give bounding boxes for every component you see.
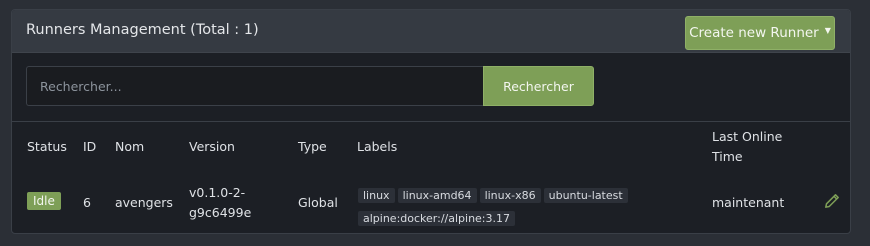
search-button[interactable]: Rechercher xyxy=(483,66,594,106)
create-runner-label: Create new Runner xyxy=(689,25,819,41)
column-header-labels[interactable]: Labels xyxy=(357,137,397,157)
column-header-id[interactable]: ID xyxy=(83,137,96,157)
column-header-last-online-line1: Last Online xyxy=(712,129,783,144)
runner-id: 6 xyxy=(83,195,91,210)
runner-version-line2: g9c6499e xyxy=(189,205,252,220)
runner-name: avengers xyxy=(115,195,173,210)
divider xyxy=(12,121,850,122)
search-bar: Rechercher xyxy=(26,66,594,106)
runner-type: Global xyxy=(298,195,338,210)
runner-version: v0.1.0-2- g9c6499e xyxy=(189,183,251,223)
caret-down-icon: ▼ xyxy=(824,25,831,35)
pencil-icon[interactable] xyxy=(824,193,840,209)
label-chip: linux-amd64 xyxy=(397,188,477,203)
panel-header: Runners Management (Total : 1) Create ne… xyxy=(12,10,850,53)
status-badge: Idle xyxy=(27,192,61,210)
column-header-version[interactable]: Version xyxy=(189,137,235,157)
column-header-status[interactable]: Status xyxy=(27,137,67,157)
runner-labels: linux linux-amd64 linux-x86 ubuntu-latest al… xyxy=(358,184,658,230)
label-chip: linux-x86 xyxy=(479,188,541,203)
page-title: Runners Management (Total : 1) xyxy=(26,22,259,38)
create-runner-button[interactable]: Create new Runner ▼ xyxy=(685,16,835,50)
column-header-last-online-line2: Time xyxy=(712,149,743,164)
runner-last-online: maintenant xyxy=(712,195,785,210)
column-header-last-online[interactable]: Last Online Time xyxy=(712,127,782,167)
label-chip: alpine:docker://alpine:3.17 xyxy=(358,211,516,226)
column-header-type[interactable]: Type xyxy=(298,137,327,157)
runners-panel: Runners Management (Total : 1) Create ne… xyxy=(11,9,851,234)
label-chip: ubuntu-latest xyxy=(543,188,628,203)
search-input[interactable] xyxy=(26,66,483,106)
label-chip: linux xyxy=(358,188,395,203)
runner-version-line1: v0.1.0-2- xyxy=(189,185,246,200)
column-header-name[interactable]: Nom xyxy=(115,137,144,157)
